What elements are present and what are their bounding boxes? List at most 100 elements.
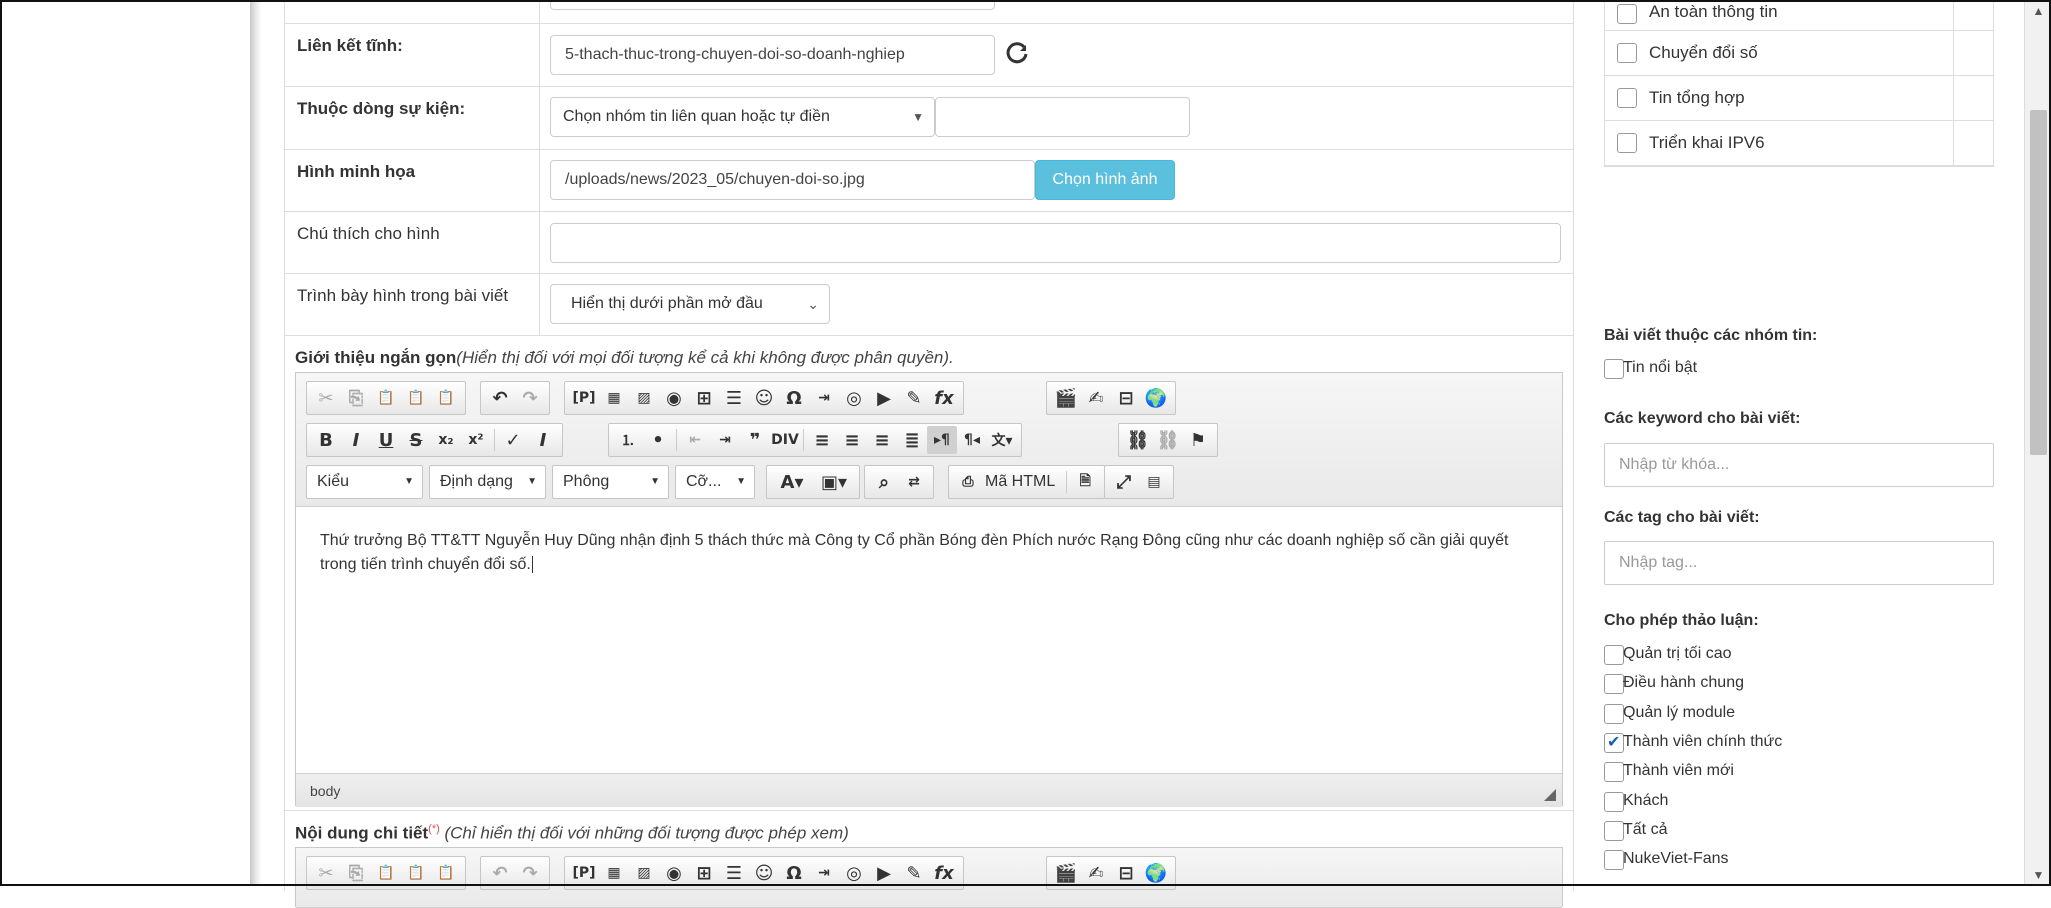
- image-position-select[interactable]: Hiển thị dưới phần mở đầu ⌄: [550, 284, 830, 324]
- link-icon[interactable]: ⛓: [1123, 426, 1153, 454]
- show-blocks-icon[interactable]: ▤: [1139, 468, 1169, 496]
- element-path[interactable]: body: [310, 783, 340, 799]
- checkbox[interactable]: [1604, 850, 1624, 871]
- editor-content[interactable]: Thứ trưởng Bộ TT&TT Nguyễn Huy Dũng nhận…: [296, 507, 1562, 773]
- category-item[interactable]: Tin tổng hợp: [1605, 76, 1993, 121]
- copy-icon[interactable]: ⎘: [341, 384, 371, 412]
- document-icon[interactable]: 🗎: [1070, 468, 1100, 496]
- size-combo[interactable]: Cỡ... ▼: [675, 465, 755, 499]
- iframe-icon[interactable]: ◎: [839, 859, 869, 887]
- bold-icon[interactable]: B: [311, 426, 341, 454]
- minus-box-icon[interactable]: ⊟: [1111, 859, 1141, 887]
- scroll-up-arrow-icon[interactable]: ▲: [2025, 4, 2051, 18]
- smiley-icon[interactable]: ☺: [749, 859, 779, 887]
- video-icon[interactable]: 🎬: [1051, 859, 1081, 887]
- ltr-icon[interactable]: ▸¶: [927, 426, 957, 454]
- paste-icon[interactable]: 📋: [371, 859, 401, 887]
- page-scrollbar[interactable]: ▲ ▼: [2024, 0, 2051, 886]
- image-icon[interactable]: ▨: [629, 859, 659, 887]
- checkbox[interactable]: [1604, 791, 1624, 812]
- source-icon[interactable]: ⎙: [953, 468, 983, 496]
- checkbox[interactable]: [1617, 43, 1637, 63]
- event-stream-input[interactable]: [935, 97, 1190, 137]
- iframe-icon[interactable]: ◎: [839, 384, 869, 412]
- youtube-icon[interactable]: ▶: [869, 384, 899, 412]
- minus-box-icon[interactable]: ⊟: [1111, 384, 1141, 412]
- text-color-icon[interactable]: A▾: [771, 468, 813, 496]
- anchor-flag-icon[interactable]: ⚑: [1183, 426, 1213, 454]
- omega-icon[interactable]: Ω: [779, 859, 809, 887]
- form-icon[interactable]: ▦: [599, 384, 629, 412]
- align-center-icon[interactable]: ≡: [837, 426, 867, 454]
- paste-word-icon[interactable]: 📋: [431, 384, 461, 412]
- superscript-icon[interactable]: x²: [461, 426, 491, 454]
- form-icon[interactable]: ▦: [599, 859, 629, 887]
- category-item[interactable]: An toàn thông tin: [1605, 0, 1993, 31]
- omega-icon[interactable]: Ω: [779, 384, 809, 412]
- checkbox[interactable]: [1604, 674, 1624, 695]
- image-path-input[interactable]: /uploads/news/2023_05/chuyen-doi-so.jpg: [550, 160, 1035, 200]
- format-combo[interactable]: Định dạng ▼: [429, 465, 546, 499]
- align-right-icon[interactable]: ≡: [867, 426, 897, 454]
- checkbox[interactable]: [1604, 703, 1624, 724]
- checkbox[interactable]: [1604, 762, 1624, 783]
- scroll-thumb[interactable]: [2030, 110, 2047, 455]
- style-combo[interactable]: Kiểu ▼: [306, 465, 423, 499]
- indent-icon[interactable]: ⇥: [710, 426, 740, 454]
- checkbox[interactable]: [1617, 133, 1637, 153]
- youtube-icon[interactable]: ▶: [869, 859, 899, 887]
- scroll-down-arrow-icon[interactable]: ▼: [2025, 868, 2051, 882]
- partial-input[interactable]: [550, 0, 995, 10]
- paste-icon[interactable]: 📋: [371, 384, 401, 412]
- checkbox[interactable]: [1617, 4, 1637, 24]
- outdent-icon[interactable]: ⇤: [680, 426, 710, 454]
- formula-icon[interactable]: fx: [929, 859, 959, 887]
- align-justify-icon[interactable]: ≣: [897, 426, 927, 454]
- checkbox[interactable]: [1604, 359, 1624, 379]
- align-left-icon[interactable]: ≡: [807, 426, 837, 454]
- sign-icon[interactable]: ✍: [1081, 859, 1111, 887]
- undo-icon[interactable]: ↶: [485, 384, 515, 412]
- category-item[interactable]: Triển khai IPV6: [1605, 121, 1993, 166]
- font-combo[interactable]: Phông ▼: [552, 465, 669, 499]
- horizontal-line-icon[interactable]: ☰: [719, 859, 749, 887]
- checkbox[interactable]: [1604, 820, 1624, 841]
- sign-icon[interactable]: ✍: [1081, 384, 1111, 412]
- subscript-icon[interactable]: x₂: [431, 426, 461, 454]
- resize-grip-icon[interactable]: [1544, 789, 1556, 801]
- html-source-button[interactable]: Mã HTML: [983, 473, 1063, 491]
- globe-icon[interactable]: 🌍: [1141, 384, 1171, 412]
- underline-icon[interactable]: U: [371, 426, 401, 454]
- search-icon[interactable]: ⌕: [869, 468, 899, 496]
- page-break-icon[interactable]: ⇥: [809, 859, 839, 887]
- replace-icon[interactable]: ⇄: [899, 468, 929, 496]
- numbered-list-icon[interactable]: ⒈: [613, 426, 643, 454]
- blockquote-icon[interactable]: ❞: [740, 426, 770, 454]
- cut-icon[interactable]: ✂: [311, 859, 341, 887]
- undo-icon[interactable]: ↶: [485, 859, 515, 887]
- page-break-icon[interactable]: ⇥: [809, 384, 839, 412]
- video-icon[interactable]: 🎬: [1051, 384, 1081, 412]
- remove-format-icon[interactable]: I: [528, 426, 558, 454]
- checkbox[interactable]: [1604, 732, 1624, 753]
- redo-icon[interactable]: ↷: [515, 859, 545, 887]
- redo-icon[interactable]: ↷: [515, 384, 545, 412]
- pin-icon[interactable]: ✎: [899, 859, 929, 887]
- static-link-input[interactable]: 5-thach-thuc-trong-chuyen-doi-so-doanh-n…: [550, 35, 995, 75]
- flash-icon[interactable]: ◉: [659, 859, 689, 887]
- image-icon[interactable]: ▨: [629, 384, 659, 412]
- div-icon[interactable]: DIV: [770, 426, 800, 454]
- maximize-icon[interactable]: ⤢: [1109, 468, 1139, 496]
- paste-text-icon[interactable]: 📋: [401, 384, 431, 412]
- checkbox[interactable]: [1617, 88, 1637, 108]
- strike-icon[interactable]: S: [401, 426, 431, 454]
- unlink-icon[interactable]: ⛓: [1153, 426, 1183, 454]
- refresh-icon[interactable]: [1005, 42, 1029, 66]
- cut-icon[interactable]: ✂: [311, 384, 341, 412]
- rtl-icon[interactable]: ¶◂: [957, 426, 987, 454]
- copy-icon[interactable]: ⎘: [341, 859, 371, 887]
- table-icon[interactable]: ⊞: [689, 859, 719, 887]
- bg-color-icon[interactable]: ▣▾: [813, 468, 855, 496]
- paragraph-icon[interactable]: [P]: [569, 384, 599, 412]
- pin-icon[interactable]: ✎: [899, 384, 929, 412]
